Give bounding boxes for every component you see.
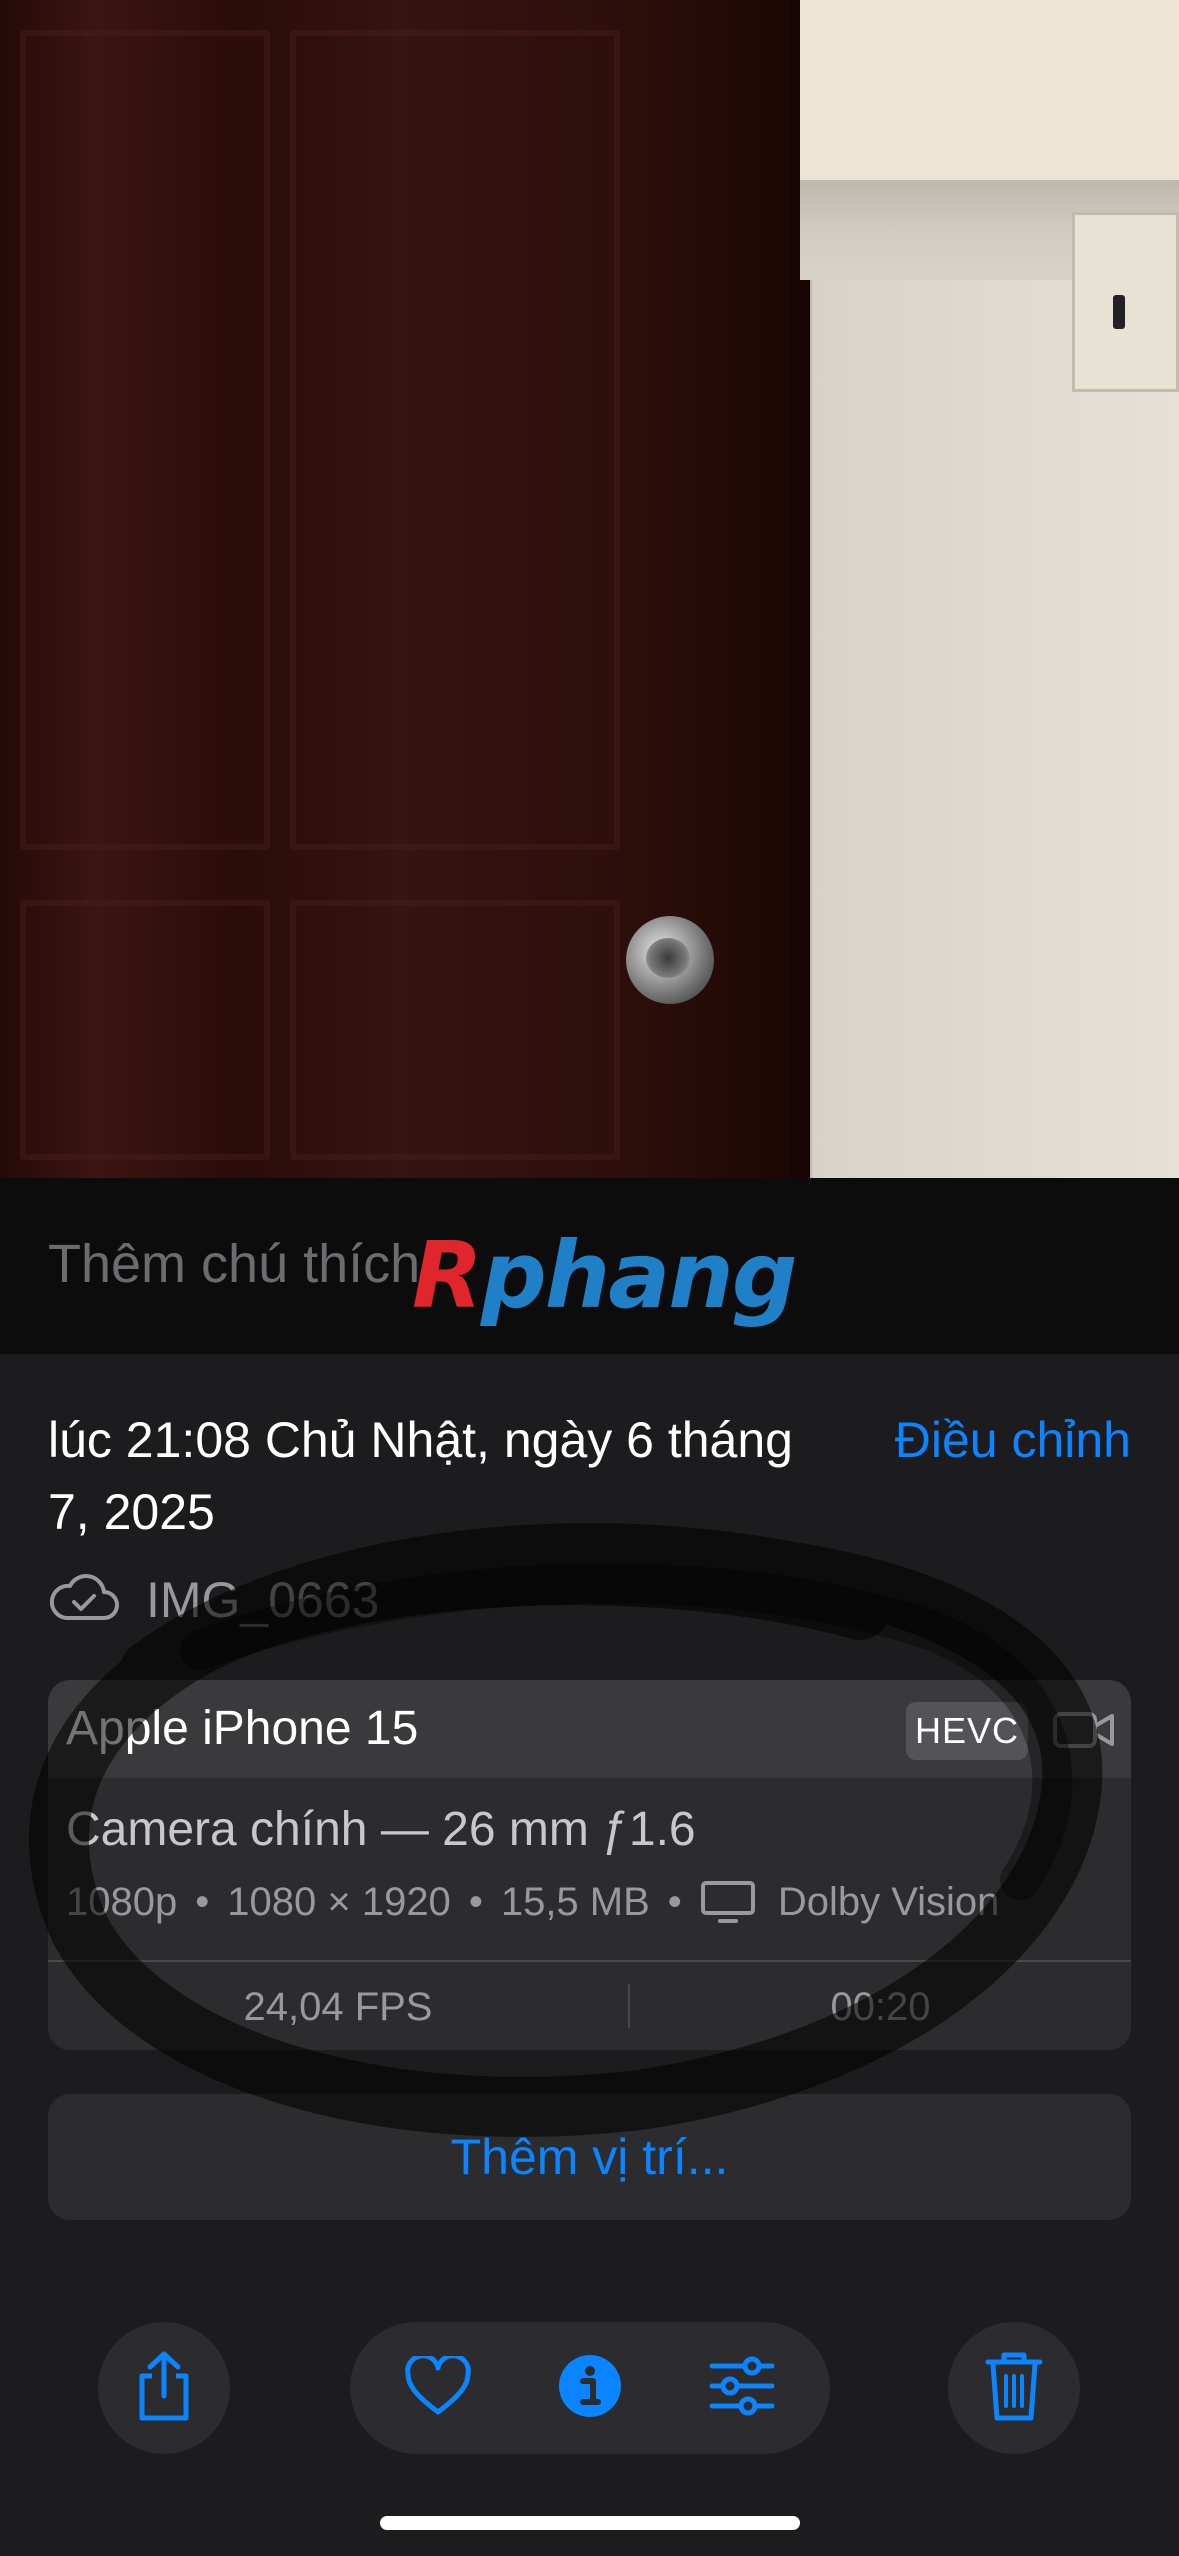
edit-button[interactable] [690, 2336, 794, 2440]
device-name: Apple iPhone 15 [66, 1702, 419, 1755]
door-panel [290, 30, 620, 850]
sliders-icon [708, 2356, 776, 2421]
file-row: IMG_0663 [48, 1560, 379, 1640]
door-panel [20, 30, 270, 850]
door-panel [20, 900, 270, 1160]
toolbar-group [350, 2322, 830, 2454]
wall [800, 0, 1179, 180]
watermark-text: phang [480, 1222, 798, 1329]
capture-date: lúc 21:08 Chủ Nhật, ngày 6 tháng 7, 2025 [48, 1412, 793, 1540]
photo-preview[interactable] [0, 0, 1179, 1178]
codec-badge: HEVC [906, 1702, 1028, 1760]
frame-rate: 24,04 FPS [243, 1985, 433, 2029]
share-button[interactable] [98, 2322, 230, 2454]
wall-switch [1072, 212, 1179, 392]
door-panel [290, 900, 620, 1160]
separator-dot: • [667, 1879, 682, 1924]
home-indicator[interactable] [380, 2516, 800, 2530]
hdr-format: Dolby Vision [777, 1879, 1000, 1924]
duration: 00:20 [830, 1985, 931, 2029]
heart-icon [404, 2352, 472, 2421]
file-name: IMG_0663 [146, 1572, 380, 1628]
info-icon [557, 2353, 623, 2424]
metadata-header: Apple iPhone 15 HEVC [48, 1680, 1131, 1778]
door-knob [626, 916, 714, 1004]
file-size: 15,5 MB [500, 1879, 650, 1924]
resolution-label: 1080p [66, 1879, 178, 1924]
separator-dot: • [468, 1879, 483, 1924]
caption-bar: Rphang [0, 1178, 1179, 1354]
delete-button[interactable] [948, 2322, 1080, 2454]
divider [48, 1960, 1131, 1962]
watermark-letter: R [412, 1222, 483, 1329]
info-button[interactable] [538, 2336, 642, 2440]
separator-dot: • [195, 1879, 210, 1924]
trash-icon [984, 2350, 1044, 2427]
watermark-logo: Rphang [412, 1230, 798, 1322]
favorite-button[interactable] [386, 2336, 490, 2440]
metadata-card: Apple iPhone 15 HEVC Camera chính — 26 m… [48, 1680, 1131, 2050]
display-icon [700, 1880, 756, 1924]
dimensions: 1080 × 1920 [227, 1879, 451, 1924]
icloud-check-icon [48, 1572, 120, 1629]
spec-row: 1080p • 1080 × 1920 • 15,5 MB • Dolby Vi… [66, 1872, 999, 1932]
add-location-button[interactable]: Thêm vị trí... [48, 2094, 1131, 2220]
share-icon [132, 2350, 196, 2427]
video-camera-icon [1052, 1706, 1116, 1754]
lens-info: Camera chính — 26 mm ƒ1.6 [66, 1803, 696, 1856]
adjust-date-button[interactable]: Điều chỉnh [895, 1404, 1131, 1476]
